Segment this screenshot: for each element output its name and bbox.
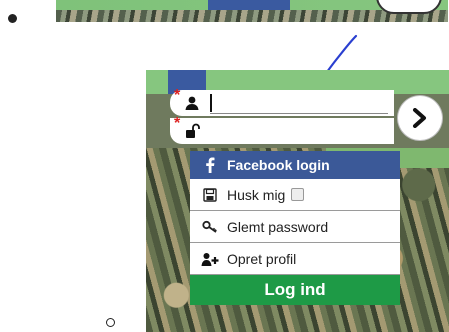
facebook-icon — [199, 157, 221, 173]
forgot-password-label: Glemt password — [227, 218, 329, 235]
remember-me-label: Husk mig — [227, 186, 286, 203]
required-marker: * — [174, 115, 181, 132]
create-profile-link[interactable]: Opret profil — [190, 243, 400, 275]
text-cursor — [210, 94, 212, 112]
unlock-icon — [186, 123, 200, 138]
forgot-password-link[interactable]: Glemt password — [190, 211, 400, 243]
add-user-icon — [199, 252, 221, 266]
facebook-login-button[interactable]: Facebook login — [190, 151, 400, 179]
remember-me-checkbox[interactable] — [291, 188, 305, 201]
login-form: * * — [170, 87, 442, 158]
chevron-right-icon — [413, 108, 426, 128]
login-widget-screenshot: * * Facebook login Husk mig Glemt passwo… — [146, 70, 449, 332]
login-dropdown-menu: Facebook login Husk mig Glemt password O… — [190, 151, 400, 305]
required-marker: * — [174, 87, 181, 104]
remember-me-row[interactable]: Husk mig — [190, 179, 400, 211]
submit-arrow-button[interactable] — [398, 96, 442, 140]
facebook-login-label: Facebook login — [227, 157, 330, 173]
username-field[interactable]: * — [170, 87, 394, 116]
list-bullet-filled — [8, 14, 17, 23]
previous-screenshot-strip — [56, 0, 448, 22]
password-field[interactable]: * — [170, 115, 394, 144]
submit-button-cropped — [376, 0, 442, 14]
key-icon — [199, 220, 221, 234]
field-underline — [210, 113, 388, 114]
user-icon — [185, 96, 199, 110]
create-profile-label: Opret profil — [227, 250, 297, 267]
save-icon — [199, 187, 221, 202]
list-bullet-hollow — [106, 318, 115, 327]
login-button[interactable]: Log ind — [190, 275, 400, 305]
